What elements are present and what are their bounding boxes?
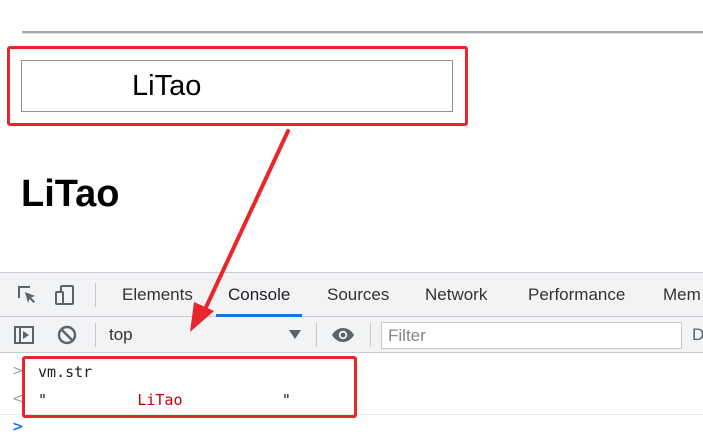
toolbar-divider bbox=[95, 323, 96, 347]
chevron-down-icon bbox=[289, 330, 301, 339]
tab-memory[interactable]: Mem bbox=[663, 273, 701, 316]
tab-performance[interactable]: Performance bbox=[528, 273, 625, 316]
console-result-text: " LiTao " bbox=[38, 391, 291, 409]
result-string-value: LiTao bbox=[47, 391, 282, 409]
toolbar-divider bbox=[370, 323, 371, 347]
console-command-line: > vm.str bbox=[0, 363, 703, 383]
context-select[interactable]: top bbox=[108, 323, 304, 347]
tab-network[interactable]: Network bbox=[425, 273, 487, 316]
inspect-element-icon[interactable] bbox=[13, 281, 41, 309]
default-levels-label[interactable]: D bbox=[692, 323, 703, 347]
filter-input[interactable] bbox=[381, 322, 682, 349]
eye-icon[interactable] bbox=[329, 321, 357, 349]
horizontal-rule bbox=[22, 31, 703, 34]
devtools-tabbar: Elements Console Sources Network Perform… bbox=[0, 273, 703, 317]
console-result-line: < " LiTao " bbox=[0, 391, 703, 411]
result-quote-open: " bbox=[38, 391, 48, 409]
prompt-chevron-icon: > bbox=[12, 419, 24, 435]
console-toolbar: top D bbox=[0, 317, 703, 353]
name-input[interactable] bbox=[21, 60, 453, 112]
toolbar-divider bbox=[95, 283, 96, 307]
context-select-value: top bbox=[109, 325, 133, 344]
console-output: > vm.str < " LiTao " > bbox=[0, 354, 703, 439]
device-toggle-icon[interactable] bbox=[51, 281, 79, 309]
devtools-panel: Elements Console Sources Network Perform… bbox=[0, 272, 703, 439]
page-heading: LiTao bbox=[21, 173, 120, 215]
console-command-text: vm.str bbox=[38, 363, 93, 381]
output-chevron-icon: < bbox=[12, 391, 24, 407]
tab-elements[interactable]: Elements bbox=[122, 273, 193, 316]
toolbar-divider bbox=[316, 323, 317, 347]
tab-sources[interactable]: Sources bbox=[327, 273, 389, 316]
clear-console-icon[interactable] bbox=[53, 321, 81, 349]
page-viewport: LiTao bbox=[0, 0, 703, 272]
input-chevron-icon: > bbox=[12, 363, 24, 379]
result-quote-close: " bbox=[281, 391, 291, 409]
tab-console[interactable]: Console bbox=[215, 273, 303, 317]
sidebar-toggle-icon[interactable] bbox=[10, 321, 38, 349]
console-divider bbox=[0, 414, 703, 415]
console-prompt[interactable]: > bbox=[0, 419, 703, 439]
